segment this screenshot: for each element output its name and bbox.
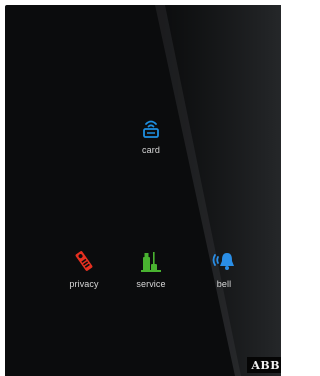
glass-reflection	[155, 5, 281, 376]
control-panel: card privacy service bell ABB	[5, 5, 281, 376]
card-icon	[143, 120, 159, 138]
do-not-disturb-tag-icon	[75, 251, 93, 271]
bell-button[interactable]: bell	[204, 249, 244, 289]
card-button[interactable]: card	[130, 117, 172, 155]
card-label: card	[142, 145, 160, 155]
privacy-label: privacy	[69, 279, 99, 289]
service-label: service	[136, 279, 166, 289]
cleaning-service-icon	[141, 252, 161, 272]
service-button[interactable]: service	[127, 249, 175, 289]
brand-logo: ABB	[247, 357, 281, 373]
bell-ringing-icon	[212, 253, 234, 270]
bell-label: bell	[216, 279, 232, 289]
privacy-button[interactable]: privacy	[62, 249, 106, 289]
